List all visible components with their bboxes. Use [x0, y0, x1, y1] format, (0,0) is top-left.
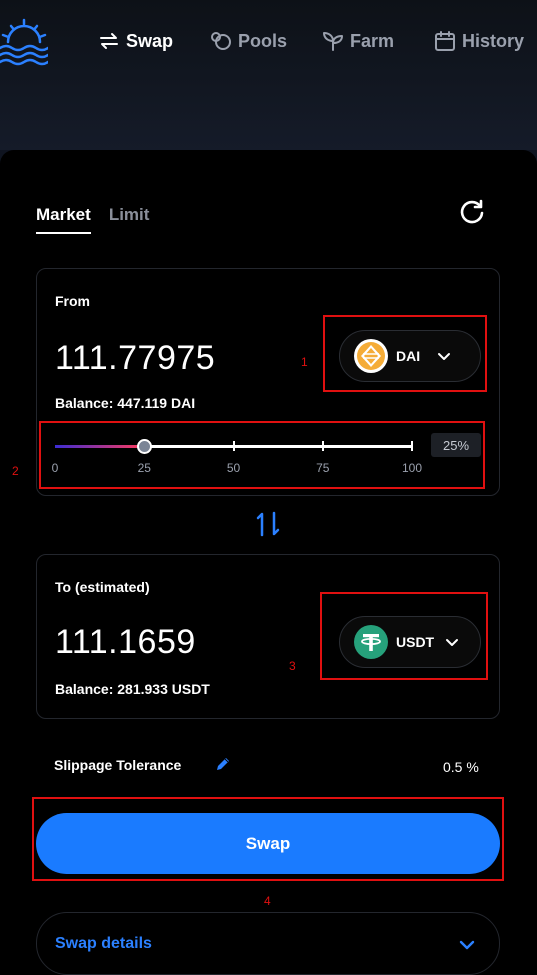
nav-pools[interactable]: Pools	[210, 30, 287, 52]
nav-swap-label: Swap	[126, 30, 174, 51]
sprout-icon	[323, 32, 343, 51]
pools-circles-icon	[211, 32, 231, 50]
annotation-box-1	[323, 315, 487, 392]
tab-market[interactable]: Market	[36, 205, 91, 234]
annotation-label-4: 4	[264, 894, 271, 908]
to-amount[interactable]: 111.1659	[55, 623, 196, 662]
annotation-label-2: 2	[12, 464, 19, 478]
switch-tokens-icon[interactable]	[254, 510, 282, 538]
annotation-box-3	[320, 592, 488, 680]
swap-details-toggle[interactable]: Swap details	[36, 912, 500, 975]
annotation-box-2	[39, 421, 485, 489]
slippage-value: 0.5 %	[443, 759, 479, 775]
nav-pools-label: Pools	[238, 30, 288, 51]
nav-farm[interactable]: Farm	[322, 30, 394, 52]
order-type-tabs: Market Limit	[36, 205, 149, 234]
sunset-logo-icon[interactable]	[0, 18, 48, 68]
calendar-icon	[435, 31, 455, 51]
annotation-box-4	[32, 797, 504, 881]
chevron-down-icon	[459, 940, 475, 950]
from-balance: Balance: 447.119 DAI	[55, 395, 196, 411]
nav-swap[interactable]: Swap	[98, 30, 173, 52]
from-amount-input[interactable]: 111.77975	[55, 339, 215, 378]
annotation-label-1: 1	[301, 355, 308, 369]
slippage-label: Slippage Tolerance	[54, 757, 182, 773]
top-bar	[0, 0, 537, 150]
swap-details-label: Swap details	[55, 935, 152, 952]
pencil-edit-icon[interactable]	[214, 755, 232, 773]
refresh-icon[interactable]	[458, 198, 486, 226]
to-balance: Balance: 281.933 USDT	[55, 681, 210, 697]
from-label: From	[55, 293, 90, 309]
to-label: To (estimated)	[55, 579, 150, 595]
swap-arrows-icon	[100, 33, 118, 49]
nav-history-label: History	[462, 30, 525, 51]
nav-history[interactable]: History	[434, 30, 524, 52]
tab-limit[interactable]: Limit	[109, 205, 150, 234]
annotation-label-3: 3	[289, 659, 296, 673]
nav-farm-label: Farm	[350, 30, 395, 51]
